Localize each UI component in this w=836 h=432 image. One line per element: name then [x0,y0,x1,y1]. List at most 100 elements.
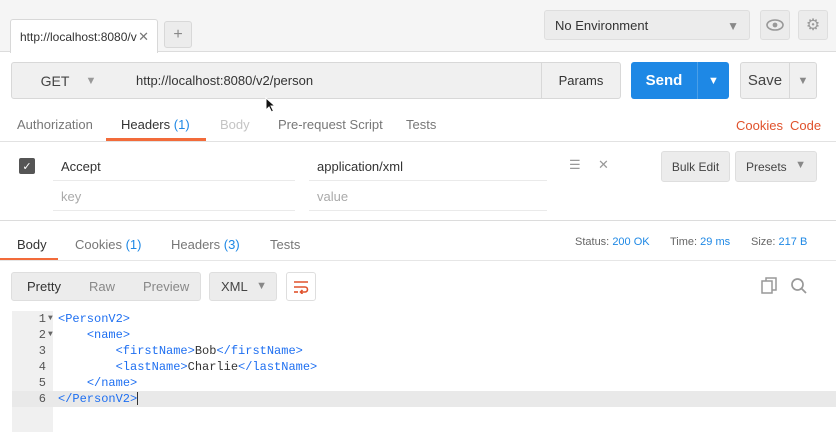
divider [309,180,547,181]
method-select[interactable]: GET ▼ [11,62,126,99]
divider [0,220,836,221]
view-pretty-button[interactable]: Pretty [12,279,61,294]
response-tab-cookies[interactable]: Cookies (1) [75,237,141,252]
header-value-input[interactable]: value [317,189,348,204]
tab-headers-count: (1) [173,117,190,132]
xml-tag: </PersonV2> [58,392,138,406]
line-number: 5 [38,376,46,390]
line-number: 3 [38,344,46,358]
size-label: Size: [751,236,776,248]
time-label: Time: [670,236,698,248]
code-line: 5 </name> [12,375,836,391]
fold-arrow-icon[interactable]: ▼ [48,311,53,327]
eye-icon[interactable] [760,10,790,40]
code-line: 1 ▼ <PersonV2> [12,311,836,327]
response-size: Size: 217 B [751,236,807,248]
chevron-down-icon[interactable]: ▼ [790,75,816,87]
response-tab-cookies-count: (1) [125,237,142,252]
mouse-cursor-icon [265,96,277,116]
tab-prerequest-label: Pre-request Script [278,117,383,132]
bulk-edit-label: Bulk Edit [671,159,720,174]
response-status: Status: 200 OK [575,236,650,248]
tab-prerequest-script[interactable]: Pre-request Script [278,117,383,132]
format-select[interactable]: XML ▼ [209,272,277,301]
status-value: 200 OK [612,236,650,248]
response-tab-headers[interactable]: Headers (3) [171,237,240,252]
url-text: http://localhost:8080/v2/person [136,73,314,88]
response-tab-headers-label: Headers [171,237,221,252]
method-label: GET [40,72,70,89]
divider [53,210,295,211]
request-tab[interactable]: http://localhost:8080/v ✕ [10,19,158,53]
drag-handle-icon[interactable]: ☰ [569,157,581,173]
response-tab-cookies-label: Cookies [75,237,122,252]
checkbox-checked-icon[interactable]: ✓ [19,158,35,174]
tab-headers[interactable]: Headers (1) [121,117,190,132]
environment-select[interactable]: No Environment ▼ [544,10,750,40]
chevron-down-icon: ▼ [795,159,806,171]
params-label: Params [558,73,604,88]
request-tab-label: http://localhost:8080/v [20,29,137,44]
code-line: 3 <firstName>Bob</firstName> [12,343,836,359]
divider [309,210,547,211]
response-tab-body-label: Body [17,237,47,252]
divider [53,180,295,181]
size-value: 217 B [778,236,808,248]
xml-tag: <firstName> [115,344,195,358]
search-icon[interactable] [790,277,808,298]
response-tab-tests[interactable]: Tests [270,237,300,252]
header-key-input[interactable]: key [61,189,81,204]
header-value[interactable]: application/xml [317,159,403,174]
tab-tests-label: Tests [406,117,437,132]
divider [0,141,836,142]
fold-arrow-icon[interactable]: ▼ [48,327,53,343]
environment-label: No Environment [555,17,649,33]
wrap-lines-icon[interactable] [286,272,316,301]
header-key[interactable]: Accept [61,159,101,174]
text-cursor [137,392,139,406]
save-label: Save [747,72,783,89]
code-line-current: 6 </PersonV2> [12,391,836,407]
response-time: Time: 29 ms [670,236,730,248]
chevron-down-icon[interactable]: ▼ [698,75,729,87]
chevron-down-icon: ▼ [85,74,97,87]
code-line: 2 ▼ <name> [12,327,836,343]
response-tab-headers-count: (3) [223,237,240,252]
xml-text: Charlie [187,360,239,374]
copy-icon[interactable] [761,277,778,298]
plus-icon[interactable]: + [164,21,192,48]
line-number: 4 [38,360,46,374]
xml-text: Bob [194,344,217,358]
bulk-edit-button[interactable]: Bulk Edit [661,151,730,182]
format-label: XML [221,279,248,294]
view-raw-button[interactable]: Raw [61,279,115,294]
presets-label: Presets [746,159,787,174]
cookies-link[interactable]: Cookies [736,118,783,133]
code-lines: 1 ▼ <PersonV2> 2 ▼ <name> 3 <firstName>B… [12,311,836,432]
chevron-down-icon: ▼ [727,19,739,33]
code-link[interactable]: Code [790,118,821,133]
params-button[interactable]: Params [541,62,621,99]
save-button[interactable]: Save ▼ [740,62,817,99]
gear-icon[interactable]: ⚙ [798,10,828,40]
time-value: 29 ms [700,236,731,248]
send-label: Send [645,72,683,89]
delete-icon[interactable]: ✕ [598,157,609,173]
send-button[interactable]: Send ▼ [631,62,729,99]
xml-tag: </lastName> [238,360,318,374]
response-tab-body[interactable]: Body [17,237,47,252]
tab-tests[interactable]: Tests [406,117,436,132]
close-icon[interactable]: ✕ [138,29,149,45]
line-number: 6 [38,392,46,406]
view-preview-button[interactable]: Preview [115,279,189,294]
url-input[interactable]: http://localhost:8080/v2/person [125,62,542,99]
presets-select[interactable]: Presets ▼ [735,151,817,182]
tab-body[interactable]: Body [220,117,250,132]
xml-tag: </name> [86,376,138,390]
xml-tag: <name> [86,328,131,342]
tab-authorization[interactable]: Authorization [17,117,93,132]
